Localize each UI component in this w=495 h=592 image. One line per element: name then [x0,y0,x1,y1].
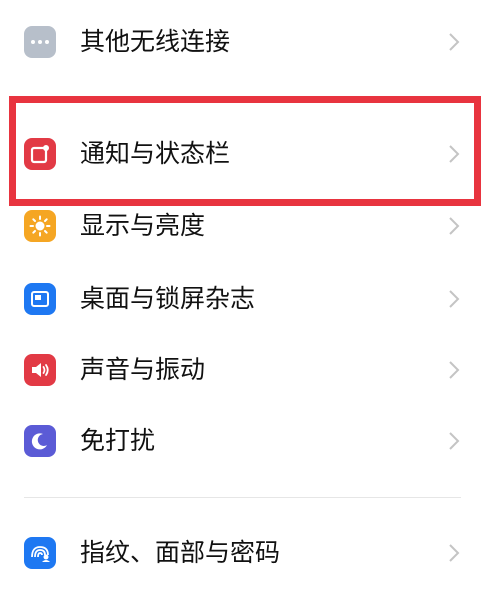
chevron-right-icon [449,145,460,163]
wallpaper-icon [24,283,56,315]
settings-item-do-not-disturb[interactable]: 免打扰 [0,407,495,477]
settings-item-fingerprint-face-password[interactable]: 指纹、面部与密码 [0,519,495,589]
settings-item-display[interactable]: 显示与亮度 [0,194,495,264]
settings-item-other-wireless[interactable]: 其他无线连接 [0,7,495,77]
settings-list: 其他无线连接 通知与状态栏 显示与亮度 桌面与锁屏杂志 声音与振动 免打扰 指纹… [0,0,495,592]
section-divider [24,497,461,498]
moon-icon [24,425,56,457]
chevron-right-icon [449,361,460,379]
more-dots-icon [24,26,56,58]
settings-item-label: 桌面与锁屏杂志 [80,284,256,313]
settings-item-wallpaper[interactable]: 桌面与锁屏杂志 [0,265,495,335]
fingerprint-face-icon [24,537,56,569]
chevron-right-icon [449,217,460,235]
settings-item-label: 指纹、面部与密码 [80,538,281,567]
notification-icon [24,138,56,170]
settings-item-notifications[interactable]: 通知与状态栏 [0,118,495,188]
settings-item-label: 其他无线连接 [80,27,231,56]
chevron-right-icon [449,33,460,51]
settings-item-label: 显示与亮度 [80,211,206,240]
chevron-right-icon [449,544,460,562]
speaker-icon [24,354,56,386]
settings-item-label: 免打扰 [80,426,156,455]
settings-item-label: 通知与状态栏 [80,139,231,168]
sun-icon [24,210,56,242]
chevron-right-icon [449,290,460,308]
chevron-right-icon [449,432,460,450]
settings-item-sound[interactable]: 声音与振动 [0,336,495,406]
settings-item-label: 声音与振动 [80,355,206,384]
